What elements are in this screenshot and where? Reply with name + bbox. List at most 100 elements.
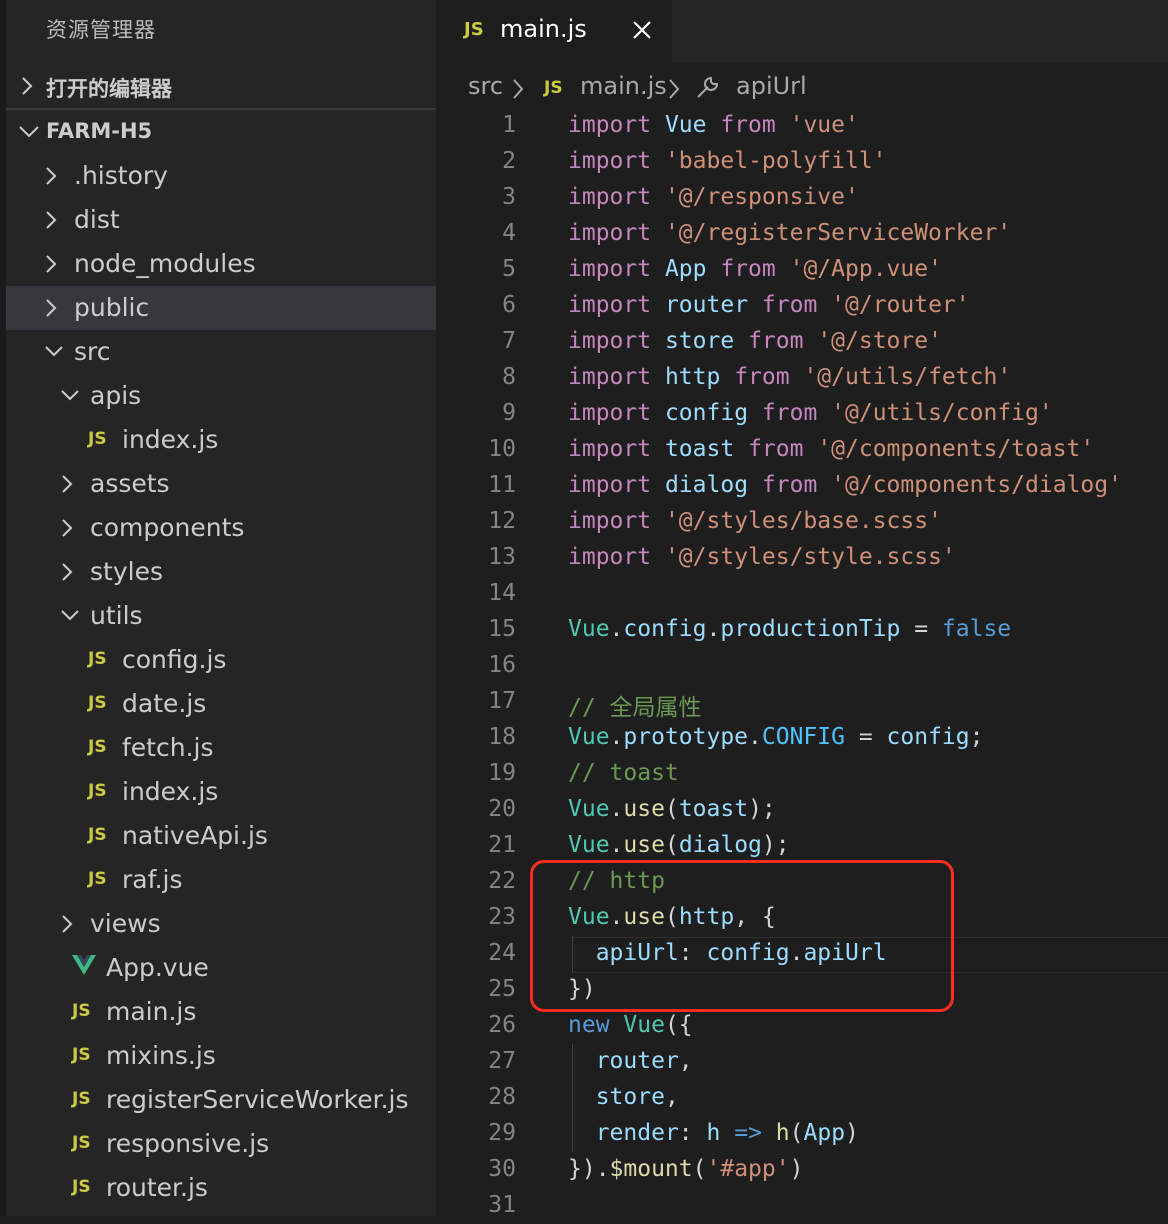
code-line: 31 [436, 1188, 1168, 1224]
chevron-right-icon [58, 506, 80, 550]
chevron-right-icon [42, 154, 64, 198]
breadcrumb-item-file[interactable]: main.js [580, 72, 667, 100]
tab-main-js[interactable]: JS main.js [436, 0, 672, 62]
code-line: 16 [436, 648, 1168, 684]
tree-item-label: views [90, 909, 161, 938]
close-icon[interactable] [630, 18, 654, 42]
line-number: 7 [502, 328, 516, 354]
tree-item-label: App.vue [106, 953, 209, 982]
tree-file[interactable]: JS index.js [6, 418, 436, 462]
tree-item-label: styles [90, 557, 163, 586]
js-file-icon: JS [72, 1001, 91, 1021]
tree-folder[interactable]: components [6, 506, 436, 550]
chevron-right-icon [42, 198, 64, 242]
chevron-down-icon [16, 110, 39, 154]
tree-item-label: .history [74, 161, 168, 190]
tree-file[interactable]: JS responsive.js [6, 1122, 436, 1166]
tree-file[interactable]: App.vue [6, 946, 436, 990]
line-number: 15 [488, 616, 516, 642]
tree-item-label: raf.js [122, 865, 183, 894]
tree-item-label: apis [90, 381, 142, 410]
code-line: 9 import config from '@/utils/config' [436, 396, 1168, 432]
tree-file[interactable]: JS main.js [6, 990, 436, 1034]
explorer-title: 资源管理器 [46, 18, 156, 42]
tree-folder[interactable]: src [6, 330, 436, 374]
tree-folder[interactable]: public [6, 286, 436, 330]
breadcrumb-item-src[interactable]: src [468, 72, 503, 100]
tree-file[interactable]: JS index.js [6, 770, 436, 814]
tree-file[interactable]: JS fetch.js [6, 726, 436, 770]
tree-item-label: public [74, 293, 150, 322]
tree-file[interactable]: JS router.js [6, 1166, 436, 1210]
chevron-down-icon [58, 594, 80, 638]
code-text: import App from '@/App.vue' [568, 256, 942, 282]
code-line: 11 import dialog from '@/components/dialo… [436, 468, 1168, 504]
tree-folder[interactable]: utils [6, 594, 436, 638]
tree-file[interactable]: JS registerServiceWorker.js [6, 1078, 436, 1122]
code-text: import http from '@/utils/fetch' [568, 364, 1012, 390]
code-text: import store from '@/store' [568, 328, 942, 354]
tree-folder[interactable]: .history [6, 154, 436, 198]
tree-item-label: dist [74, 205, 120, 234]
breadcrumb-item-symbol[interactable]: apiUrl [736, 72, 807, 100]
code-text: store, [595, 1084, 679, 1110]
line-number: 5 [502, 256, 516, 282]
code-line: 5 import App from '@/App.vue' [436, 252, 1168, 288]
code-text: import 'babel-polyfill' [568, 148, 887, 174]
explorer-sidebar: 资源管理器 打开的编辑器 FARM-H5 .history dist node_mo… [0, 0, 436, 1216]
code-line: 10 import toast from '@/components/toast' [436, 432, 1168, 468]
tree-folder[interactable]: views [6, 902, 436, 946]
tree-file[interactable]: JS mixins.js [6, 1034, 436, 1078]
line-number: 1 [502, 112, 516, 138]
code-text: import '@/styles/base.scss' [568, 508, 942, 534]
tree-folder[interactable]: dist [6, 198, 436, 242]
js-file-icon: JS [464, 19, 484, 40]
tree-file[interactable]: JS config.js [6, 638, 436, 682]
chevron-right-icon [668, 78, 680, 104]
code-line: 20 Vue.use(toast); [436, 792, 1168, 828]
tree-folder[interactable]: assets [6, 462, 436, 506]
line-number: 28 [488, 1084, 516, 1110]
line-number: 14 [488, 580, 516, 606]
js-file-icon: JS [72, 1045, 91, 1065]
open-editors-section[interactable]: 打开的编辑器 [0, 64, 436, 108]
tree-folder[interactable]: node_modules [6, 242, 436, 286]
line-number: 20 [488, 796, 516, 822]
line-number: 30 [488, 1156, 516, 1182]
project-section[interactable]: FARM-H5 [0, 110, 436, 154]
line-number: 8 [502, 364, 516, 390]
line-number: 6 [502, 292, 516, 318]
line-number: 25 [488, 976, 516, 1002]
tree-item-label: registerServiceWorker.js [106, 1085, 409, 1114]
tree-item-label: src [74, 337, 111, 366]
line-number: 26 [488, 1012, 516, 1038]
code-editor[interactable]: 1 import Vue from 'vue' 2 import 'babel-pol… [436, 108, 1168, 1218]
chevron-right-icon [58, 550, 80, 594]
line-number: 18 [488, 724, 516, 750]
tree-item-label: date.js [122, 689, 207, 718]
line-number: 17 [488, 688, 516, 714]
code-line: 1 import Vue from 'vue' [436, 108, 1168, 144]
code-line: 28 store, [436, 1080, 1168, 1116]
tree-file[interactable]: JS nativeApi.js [6, 814, 436, 858]
code-line: 7 import store from '@/store' [436, 324, 1168, 360]
code-text: render: h => h(App) [595, 1120, 859, 1146]
tree-item-label: config.js [122, 645, 227, 674]
chevron-down-icon [42, 330, 64, 374]
tree-folder[interactable]: styles [6, 550, 436, 594]
line-number: 16 [488, 652, 516, 678]
code-line: 18 Vue.prototype.CONFIG = config; [436, 720, 1168, 756]
tree-file[interactable]: JS date.js [6, 682, 436, 726]
chevron-right-icon [58, 462, 80, 506]
tree-folder[interactable]: apis [6, 374, 436, 418]
indent-guide [572, 1044, 573, 1152]
code-line: 6 import router from '@/router' [436, 288, 1168, 324]
tree-file[interactable]: JS raf.js [6, 858, 436, 902]
tab-bar: JS main.js [436, 0, 1168, 62]
line-number: 12 [488, 508, 516, 534]
code-line: 8 import http from '@/utils/fetch' [436, 360, 1168, 396]
code-text: import router from '@/router' [568, 292, 970, 318]
code-line: 26 new Vue({ [436, 1008, 1168, 1044]
tree-item-label: utils [90, 601, 143, 630]
chevron-right-icon [42, 242, 64, 286]
